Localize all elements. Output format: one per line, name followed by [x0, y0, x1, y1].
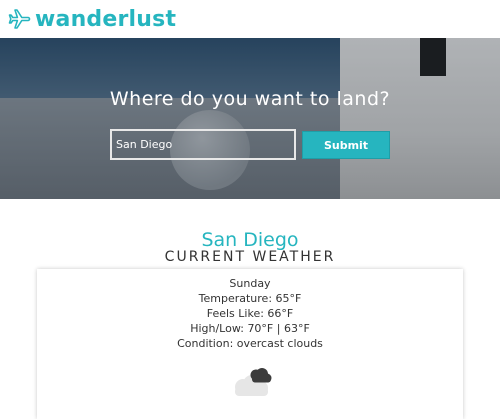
- brand-name: wanderlust: [35, 6, 177, 32]
- weather-condition: Condition: overcast clouds: [177, 337, 323, 350]
- hero-banner: [0, 38, 500, 199]
- weather-high-low: High/Low: 70°F | 63°F: [190, 322, 310, 335]
- overcast-clouds-icon: [235, 368, 272, 396]
- submit-button[interactable]: Submit: [302, 131, 390, 159]
- weather-temperature: Temperature: 65°F: [198, 292, 302, 305]
- logo[interactable]: wanderlust: [7, 5, 176, 33]
- weather-day: Sunday: [229, 277, 271, 290]
- hero-overlay: [0, 38, 500, 199]
- weather-card: Sunday Temperature: 65°F Feels Like: 66°…: [37, 269, 463, 419]
- section-heading: CURRENT WEATHER: [164, 249, 336, 265]
- weather-feels-like: Feels Like: 66°F: [206, 307, 294, 320]
- city-name: San Diego: [201, 229, 299, 251]
- destination-input[interactable]: [110, 129, 296, 160]
- airplane-icon: [8, 9, 31, 29]
- header: wanderlust: [0, 0, 500, 38]
- hero-title: Where do you want to land?: [109, 88, 391, 110]
